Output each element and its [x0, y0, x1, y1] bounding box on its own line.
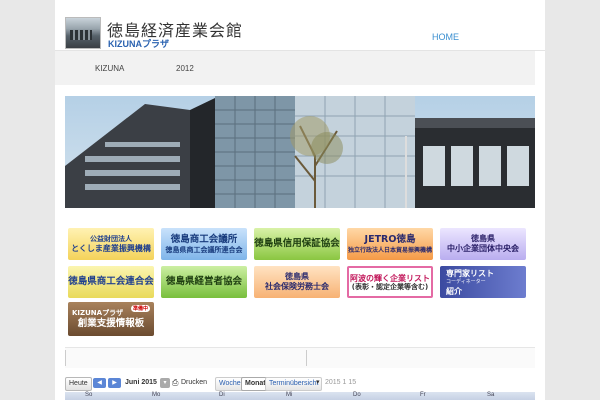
site-subtitle: KIZUNAプラザ — [108, 39, 169, 49]
banner-jetro[interactable]: JETRO徳島 独立行政法人日本貿易振興機構 — [347, 228, 433, 260]
calendar-toolbar: Heute ◀ ▶ Juni 2015 ▾ ⎙ Drucken Woche Mo… — [65, 377, 535, 391]
page-container: 徳島経済産業会館 KIZUNAプラザ HOME KIZUNA 2012 公益財団… — [55, 0, 545, 400]
widget-left-border — [65, 350, 66, 366]
subnav-item-2012[interactable]: 2012 — [176, 64, 194, 73]
print-icon[interactable]: ⎙ — [172, 378, 178, 388]
subnav-item-kizuna[interactable]: KIZUNA — [95, 64, 124, 73]
widget-middle-border — [306, 350, 307, 366]
nav-home-link[interactable]: HOME — [432, 32, 459, 42]
calendar-weekday-header: So Mo Di Mi Do Fr Sa — [65, 392, 535, 400]
weekday-sat: Sa — [487, 392, 495, 398]
banner-commerce-federation[interactable]: 徳島県商工会連合会 — [68, 266, 154, 298]
agenda-dropdown-icon[interactable]: ▾ — [316, 378, 320, 386]
banner-credit-guarantee[interactable]: 徳島県信用保証協会 — [254, 228, 340, 260]
preparing-badge: 準備中 — [130, 305, 150, 312]
banner-sme-central-association[interactable]: 徳島県 中小企業団体中央会 — [440, 228, 526, 260]
building-logo-image[interactable] — [65, 17, 101, 49]
next-month-button[interactable]: ▶ — [108, 378, 121, 388]
weekday-fri: Fr — [420, 392, 426, 398]
hero-building-illustration — [65, 96, 535, 208]
banner-employers-association[interactable]: 徳島県経営者協会 — [161, 266, 247, 298]
tab-agenda[interactable]: Terminübersicht — [265, 377, 323, 391]
banner-labor-consultants[interactable]: 徳島県 社会保険労務士会 — [254, 266, 340, 298]
widget-area — [65, 347, 535, 368]
print-link[interactable]: Drucken — [181, 379, 207, 386]
banner-company-list[interactable]: 阿波の輝く企業リスト (表彰・認定企業等含む) — [347, 266, 433, 298]
weekday-tue: Di — [219, 392, 225, 398]
current-month-label: Juni 2015 — [125, 379, 157, 386]
banner-expert-list[interactable]: 専門家リスト コーディネーター 紹介 — [440, 266, 526, 298]
banner-tokushima-industry-promotion[interactable]: 公益財団法人 とくしま産業振興機構 — [68, 228, 154, 260]
banner-startup-support-board[interactable]: 準備中 KIZUNAプラザ 創業支援情報板 — [68, 302, 154, 336]
date-hint: 2015 1 15 — [325, 379, 357, 386]
sub-navigation: KIZUNA 2012 — [55, 51, 535, 85]
weekday-thu: Do — [353, 392, 361, 398]
prev-month-button[interactable]: ◀ — [93, 378, 106, 388]
weekday-sun: So — [85, 392, 93, 398]
weekday-mon: Mo — [152, 392, 161, 398]
month-dropdown-icon[interactable]: ▾ — [160, 378, 170, 388]
weekday-wed: Mi — [286, 392, 293, 398]
hero-building-image — [65, 96, 535, 208]
today-button[interactable]: Heute — [65, 377, 92, 391]
banner-chamber-of-commerce[interactable]: 徳島商工会議所 徳島県商工会議所連合会 — [161, 228, 247, 260]
